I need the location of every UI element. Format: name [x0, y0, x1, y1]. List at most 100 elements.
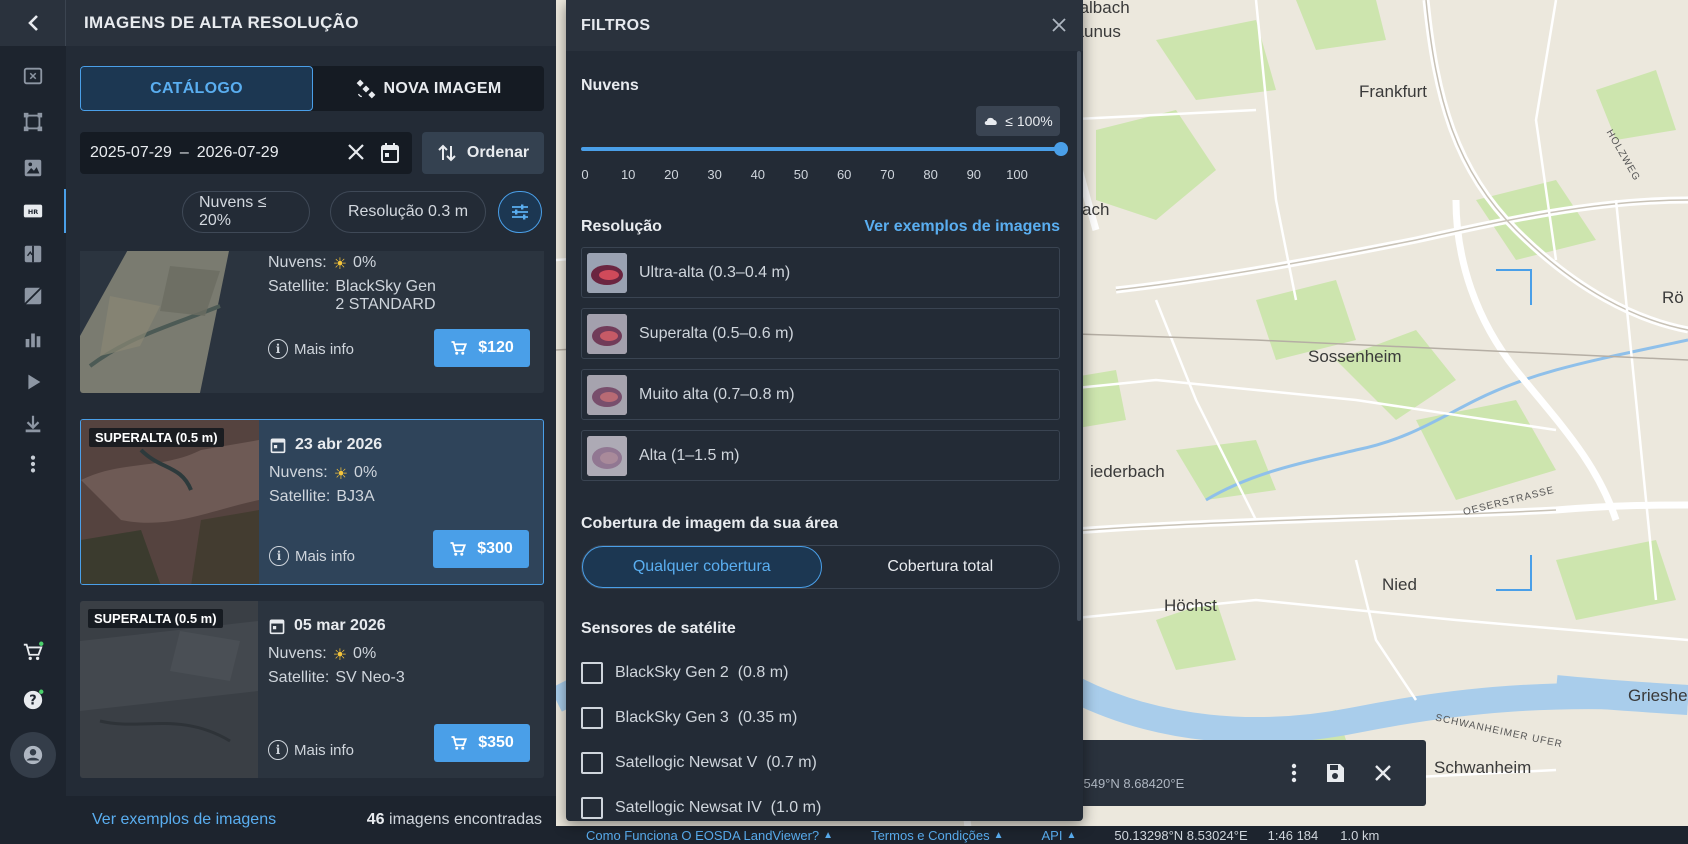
terms-link[interactable]: Termos e Condições — [871, 828, 990, 843]
resolution-option-very-high[interactable]: Muito alta (0.7–0.8 m) — [581, 369, 1060, 420]
satellite-row: Satellite: BJ3A — [269, 488, 375, 506]
page-title: IMAGENS DE ALTA RESOLUÇÃO — [84, 13, 359, 32]
nav-high-res-icon[interactable]: HR — [13, 191, 53, 231]
info-icon: i — [268, 740, 288, 760]
date-range-field[interactable]: 2025-07-29 – 2026-07-29 — [80, 132, 412, 174]
clouds-section-title: Nuvens — [581, 77, 639, 94]
nav-draw-area-icon[interactable] — [13, 102, 53, 142]
result-card[interactable]: SUPERALTA (0.5 m) 23 abr 2026 Nuvens: ☀ … — [80, 419, 544, 585]
checkbox[interactable] — [581, 797, 603, 819]
nav-search-icon[interactable] — [13, 56, 53, 96]
how-it-works-link[interactable]: Como Funciona O EOSDA LandViewer? — [586, 828, 819, 843]
resolution-sample-thumbnail — [587, 252, 627, 293]
sensor-checkbox-newsat-iv[interactable]: Satellogic Newsat IV (1.0 m) — [581, 797, 821, 819]
more-info-link[interactable]: i Mais info — [268, 339, 354, 359]
image-examples-link[interactable]: Ver exemplos de imagens — [92, 811, 276, 829]
clouds-value: 0% — [353, 645, 377, 662]
results-list[interactable]: Nuvens: ☀ 0% Satellite: BlackSky Gen 2 S… — [80, 251, 544, 793]
resolution-option-label: Superalta (0.5–0.6 m) — [639, 324, 794, 342]
clouds-slider-ticks: 0 10 20 30 40 50 60 70 80 90 100 — [581, 167, 1061, 183]
cart-icon — [450, 542, 467, 556]
tab-catalog[interactable]: CATÁLOGO — [80, 66, 313, 111]
clouds-slider-track[interactable] — [581, 147, 1061, 151]
chevron-up-icon[interactable]: ▲ — [994, 830, 1004, 841]
sort-button[interactable]: Ordenar — [422, 132, 544, 174]
nav-analytics-icon[interactable] — [13, 319, 53, 359]
nav-account-icon[interactable] — [10, 732, 56, 778]
nav-cart-icon[interactable] — [13, 632, 53, 672]
filter-chip-clouds[interactable]: Nuvens ≤ 20% — [182, 191, 310, 233]
checkbox[interactable] — [581, 662, 603, 684]
slider-tick-label: 90 — [966, 167, 982, 182]
clouds-row: Nuvens: ☀ 0% — [268, 645, 376, 665]
clouds-label: Nuvens: — [268, 254, 327, 271]
resolution-option-ultra-high[interactable]: Ultra-alta (0.3–0.4 m) — [581, 247, 1060, 298]
buy-button[interactable]: $350 — [434, 724, 530, 762]
api-link[interactable]: API — [1041, 828, 1062, 843]
chevron-up-icon[interactable]: ▲ — [823, 830, 833, 841]
resolution-examples-link[interactable]: Ver exemplos de imagens — [864, 218, 1060, 236]
resolution-option-high[interactable]: Alta (1–1.5 m) — [581, 430, 1060, 481]
checkbox[interactable] — [581, 707, 603, 729]
buy-button[interactable]: $300 — [433, 530, 529, 568]
resolution-option-super-high[interactable]: Superalta (0.5–0.6 m) — [581, 308, 1060, 359]
more-vertical-icon[interactable] — [1284, 762, 1304, 789]
result-card[interactable]: SUPERALTA (0.5 m) 05 mar 2026 Nuvens: ☀ … — [80, 601, 544, 778]
coverage-any-option[interactable]: Qualquer cobertura — [582, 546, 822, 588]
nav-more-icon[interactable] — [13, 444, 53, 484]
slider-tick-label: 70 — [880, 167, 895, 182]
sensor-checkbox-blacksky-gen3[interactable]: BlackSky Gen 3 (0.35 m) — [581, 707, 797, 729]
back-button[interactable] — [0, 0, 66, 46]
more-info-link[interactable]: i Mais info — [269, 546, 355, 566]
resolution-option-label: Alta (1–1.5 m) — [639, 446, 740, 464]
map-label-bach: ach — [1082, 200, 1110, 219]
tab-new-image[interactable]: NOVA IMAGEM — [313, 66, 544, 111]
slider-tick-label: 100 — [1006, 167, 1028, 182]
nav-change-detection-icon[interactable] — [13, 276, 53, 316]
coverage-total-option[interactable]: Cobertura total — [822, 546, 1060, 588]
filters-toggle-button[interactable] — [498, 191, 542, 233]
capture-date-label: 05 mar 2026 — [294, 617, 386, 634]
slider-tick-label: 80 — [923, 167, 938, 182]
result-thumbnail: SUPERALTA (0.5 m) — [80, 601, 258, 778]
slider-tick-label: 0 — [581, 167, 589, 182]
map-label-niederbach: iederbach — [1090, 462, 1165, 481]
app-header: IMAGENS DE ALTA RESOLUÇÃO — [0, 0, 556, 46]
save-icon[interactable] — [1324, 762, 1346, 789]
cursor-coordinates: 50.13298°N 8.53024°E — [1114, 827, 1248, 843]
nav-compare-icon[interactable] — [13, 234, 53, 274]
nav-timelapse-icon[interactable] — [13, 362, 53, 402]
calendar-icon[interactable] — [380, 142, 400, 169]
nav-download-icon[interactable] — [13, 404, 53, 444]
clear-icon[interactable] — [346, 142, 366, 167]
svg-text:HR: HR — [28, 208, 38, 216]
satellite-label: Satellite: — [268, 669, 330, 686]
close-icon[interactable] — [1051, 17, 1067, 38]
more-info-link[interactable]: i Mais info — [268, 740, 354, 760]
nav-help-icon[interactable]: ? — [13, 680, 53, 720]
clouds-value-label: ≤ 100% — [1005, 113, 1053, 129]
nav-image-icon[interactable] — [13, 148, 53, 188]
close-icon[interactable] — [1372, 762, 1394, 789]
result-card[interactable]: Nuvens: ☀ 0% Satellite: BlackSky Gen 2 S… — [80, 251, 544, 393]
coverage-section-title: Cobertura de imagem da sua área — [581, 515, 838, 532]
sun-icon: ☀ — [333, 466, 349, 483]
sensor-name: Satellogic Newsat V — [615, 754, 758, 771]
satellite-label: Satellite: — [269, 488, 331, 505]
clouds-slider-handle[interactable] — [1054, 142, 1068, 156]
checkbox[interactable] — [581, 752, 603, 774]
filter-chip-resolution-label: Resolução 0.3 m — [347, 203, 469, 220]
slider-tick-label: 30 — [707, 167, 722, 182]
buy-button[interactable]: $120 — [434, 329, 530, 367]
filters-scrollbar[interactable] — [1077, 51, 1081, 621]
results-panel: CATÁLOGO NOVA IMAGEM 2025-07-29 – 2026-0… — [66, 46, 556, 844]
more-info-label: Mais info — [295, 547, 356, 565]
chevron-up-icon[interactable]: ▲ — [1066, 830, 1076, 841]
clouds-value-tooltip: ≤ 100% — [976, 106, 1060, 136]
clouds-value: 0% — [354, 464, 378, 481]
resolution-sample-thumbnail — [587, 435, 627, 476]
clouds-value: 0% — [353, 254, 377, 271]
filter-chip-resolution[interactable]: Resolução 0.3 m — [330, 191, 486, 233]
sensor-checkbox-blacksky-gen2[interactable]: BlackSky Gen 2 (0.8 m) — [581, 662, 788, 684]
sensor-checkbox-newsat-v[interactable]: Satellogic Newsat V (0.7 m) — [581, 752, 817, 774]
